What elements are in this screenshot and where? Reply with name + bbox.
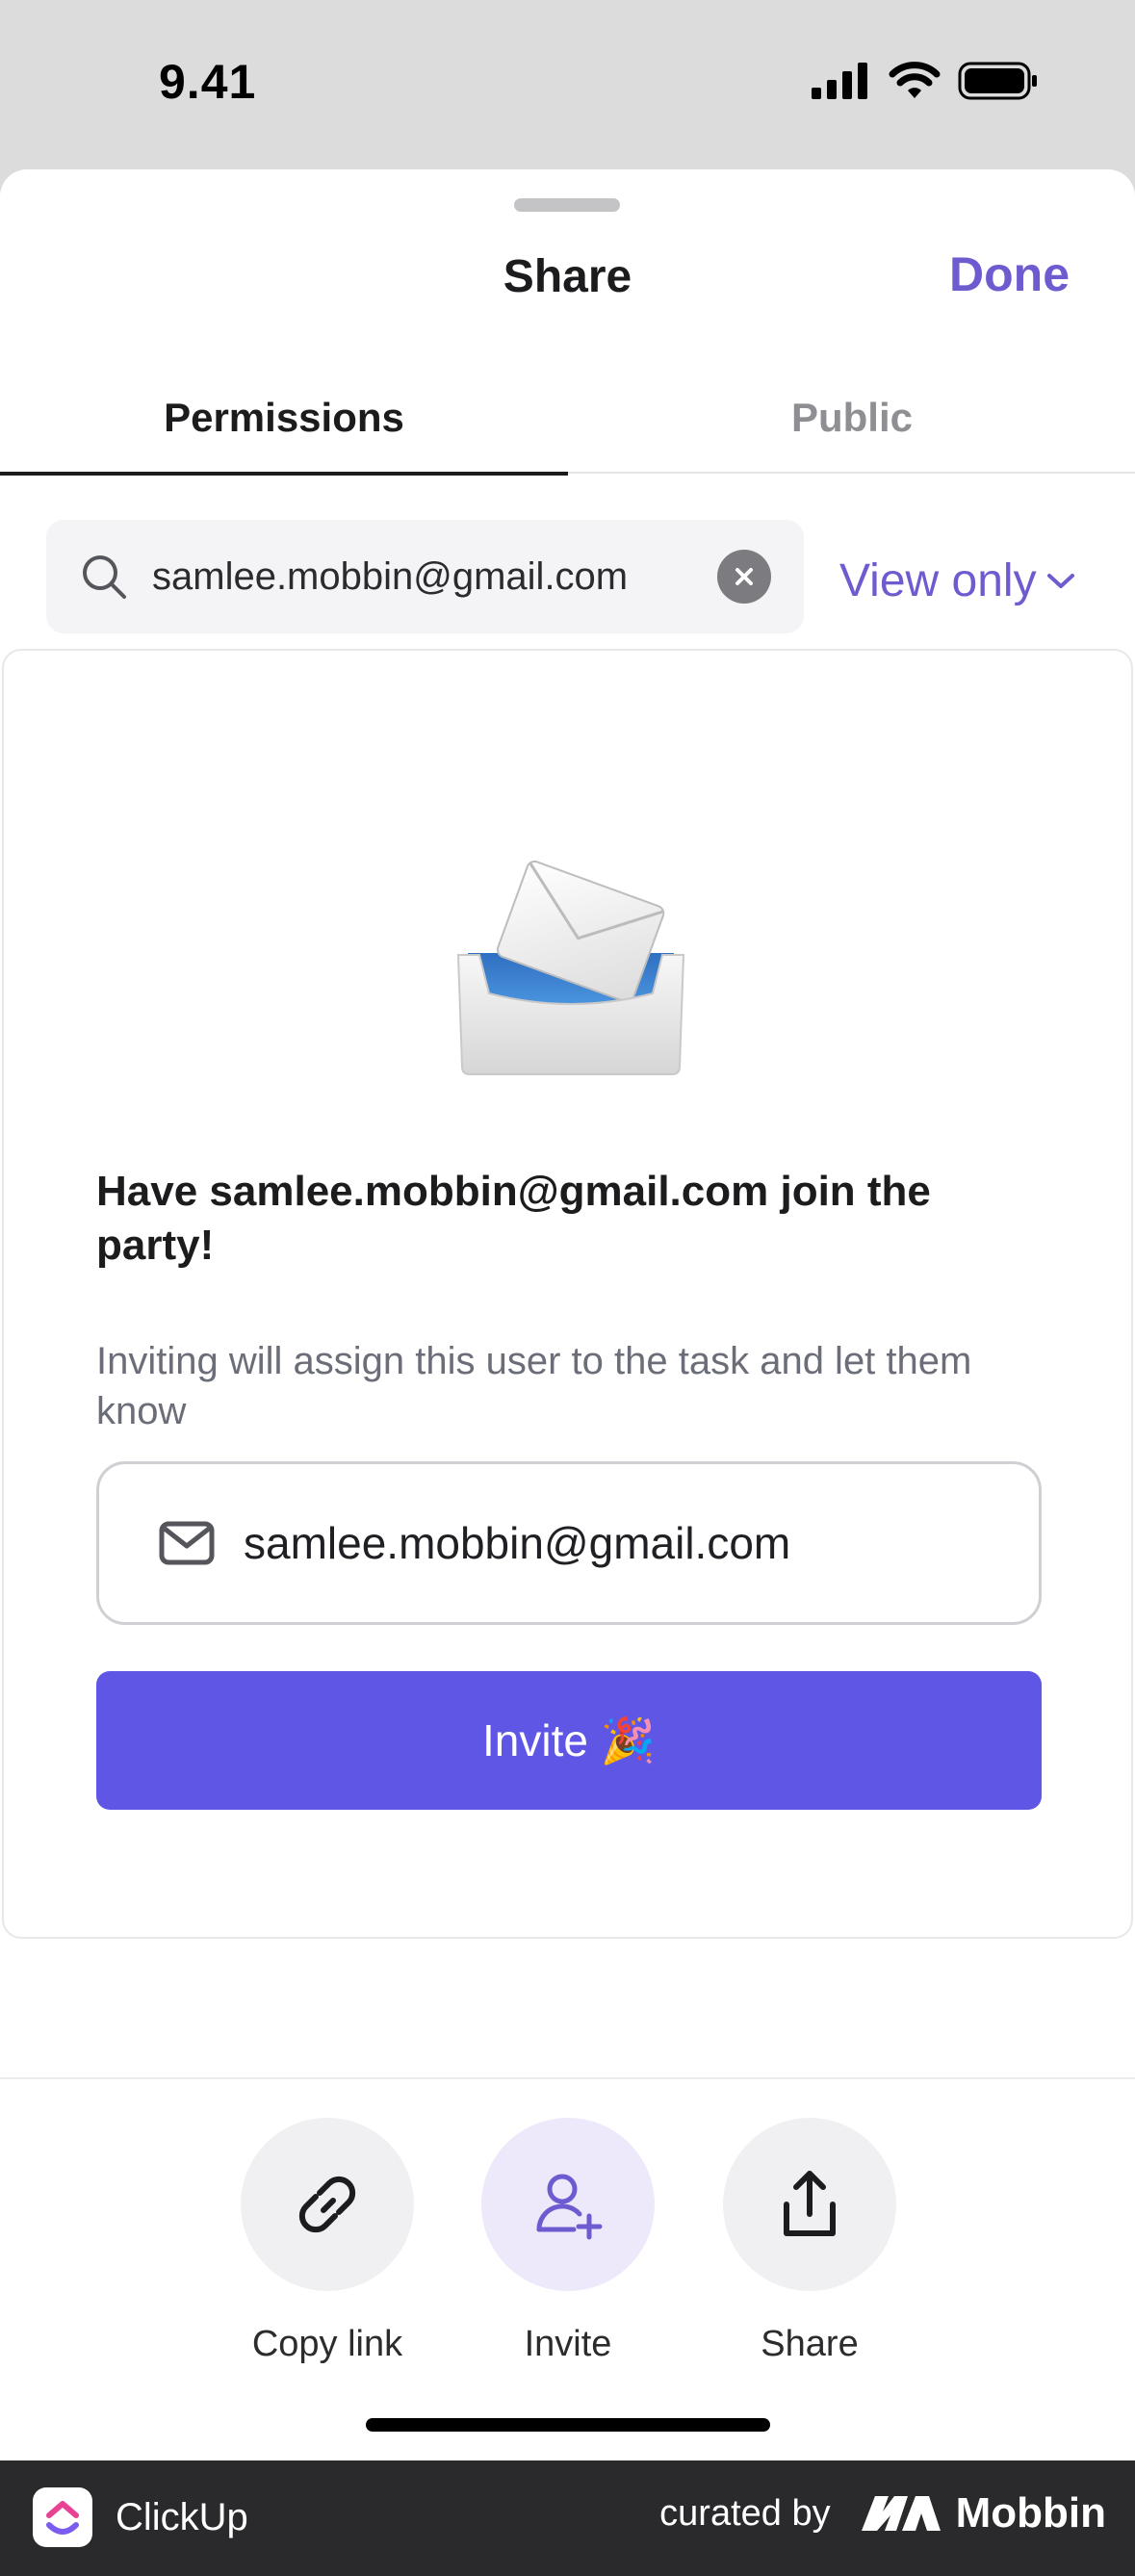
close-icon bbox=[735, 568, 753, 585]
share-action[interactable]: Share bbox=[689, 2118, 930, 2365]
status-icons bbox=[812, 62, 1039, 100]
search-icon bbox=[83, 555, 126, 599]
curated-by-text: curated by bbox=[659, 2492, 831, 2534]
done-button[interactable]: Done bbox=[949, 246, 1070, 302]
footer-bar: ClickUp curated by Mobbin bbox=[0, 2460, 1135, 2576]
mobbin-logo-icon bbox=[861, 2496, 941, 2531]
share-action-button[interactable] bbox=[723, 2118, 896, 2291]
copy-link-button[interactable] bbox=[241, 2118, 414, 2291]
invite-button[interactable]: Invite 🎉 bbox=[96, 1671, 1042, 1810]
tab-bar: Permissions Public bbox=[0, 362, 1135, 476]
invite-button-label: Invite 🎉 bbox=[481, 1714, 656, 1765]
invite-heading: Have samlee.mobbin@gmail.com join the pa… bbox=[96, 1168, 931, 1269]
sheet-grabber[interactable] bbox=[514, 198, 620, 212]
tab-public[interactable]: Public bbox=[568, 362, 1135, 474]
invite-action-button[interactable] bbox=[481, 2118, 655, 2291]
clickup-logo-icon bbox=[33, 2487, 92, 2547]
mobbin-brand: Mobbin bbox=[860, 2489, 1106, 2537]
clear-search-button[interactable] bbox=[717, 550, 771, 604]
status-time: 9.41 bbox=[159, 55, 257, 109]
share-sheet: Share Done Permissions Public samlee.mob… bbox=[0, 169, 1135, 2460]
share-icon bbox=[784, 2171, 836, 2236]
search-value: samlee.mobbin@gmail.com bbox=[152, 554, 629, 598]
chevron-down-icon bbox=[1046, 573, 1074, 588]
invite-action-label: Invite bbox=[524, 2324, 612, 2364]
footer-credit: curated by Mobbin bbox=[659, 2489, 1106, 2537]
battery-icon bbox=[958, 62, 1037, 100]
mobbin-brand-name: Mobbin bbox=[955, 2489, 1106, 2537]
share-action-label: Share bbox=[761, 2324, 859, 2364]
tab-permissions[interactable]: Permissions bbox=[0, 362, 568, 476]
permission-selected: View only bbox=[839, 555, 1037, 606]
status-bar: 9.41 bbox=[0, 0, 1135, 169]
footer-app-name: ClickUp bbox=[116, 2495, 248, 2538]
copy-link-label: Copy link bbox=[251, 2324, 403, 2364]
share-actions: Copy link Invite Share bbox=[0, 2077, 1135, 2460]
permission-dropdown[interactable]: View only bbox=[839, 554, 1075, 607]
email-value: samlee.mobbin@gmail.com bbox=[244, 1518, 791, 1568]
wifi-icon bbox=[889, 62, 941, 98]
search-input[interactable]: samlee.mobbin@gmail.com bbox=[46, 520, 804, 633]
home-indicator bbox=[366, 2418, 770, 2432]
invite-action[interactable]: Invite bbox=[448, 2118, 688, 2365]
link-icon bbox=[298, 2176, 356, 2233]
envelope-tray-icon bbox=[456, 860, 685, 1075]
copy-link-action[interactable]: Copy link bbox=[207, 2118, 448, 2365]
mail-icon bbox=[159, 1521, 215, 1565]
invite-card: Have samlee.mobbin@gmail.com join the pa… bbox=[2, 649, 1133, 1939]
cellular-signal-icon bbox=[812, 63, 867, 99]
user-plus-icon bbox=[536, 2174, 603, 2240]
invite-description: Inviting will assign this user to the ta… bbox=[96, 1340, 972, 1432]
email-field[interactable]: samlee.mobbin@gmail.com bbox=[96, 1461, 1042, 1625]
footer-app: ClickUp bbox=[33, 2487, 248, 2547]
